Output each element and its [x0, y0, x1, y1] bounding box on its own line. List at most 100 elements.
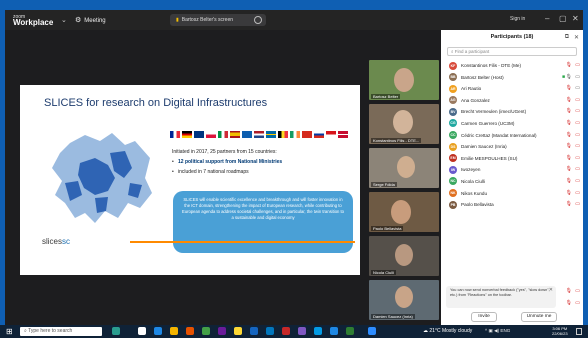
participant-row[interactable]: BB Bartosz Belter (Host) ■ 🎙 ▭ [441, 72, 583, 84]
participant-row[interactable]: CC Cédric Crettaz (Mandat International)… [441, 130, 583, 142]
video-off-icon: ▭ [575, 288, 580, 294]
close-icon[interactable]: ✕ [572, 14, 579, 23]
app-icon[interactable] [202, 327, 210, 335]
participant-row[interactable]: NC Nicola Ciulli 🎙 ▭ [441, 176, 583, 188]
video-off-icon: ▭ [575, 177, 580, 184]
tile-name: Konstantinos Filis - DTE... [371, 138, 422, 143]
video-tile[interactable]: Serge Fdida [369, 148, 439, 188]
video-tile[interactable]: Damien Saucez (Inria) [369, 280, 439, 320]
weather-widget[interactable]: ☁ 21°C Mostly cloudy [423, 328, 472, 334]
participants-panel: Participants (18) ⧉ ✕ ⌕ Find a participa… [441, 30, 583, 325]
close-notice-icon[interactable]: ✕ [549, 288, 553, 293]
participant-search-input[interactable]: ⌕ Find a participant [447, 47, 577, 56]
word-icon[interactable] [250, 327, 258, 335]
avatar: CG [449, 119, 457, 128]
acrobat-icon[interactable] [282, 327, 290, 335]
participant-name: Konstantinos Filis - DTE (Me) [461, 63, 521, 68]
mail-icon[interactable] [266, 327, 274, 335]
taskbar-search-input[interactable]: ⌕ Type here to search [20, 327, 102, 336]
video-off-icon: ▭ [575, 131, 580, 138]
screen-share-indicator[interactable]: ▮ Bartosz Belter's screen [170, 14, 266, 26]
weather-text: 21°C Mostly cloudy [429, 328, 473, 334]
outlook-icon[interactable] [330, 327, 338, 335]
avatar: NK [449, 189, 457, 198]
skype-icon[interactable] [314, 327, 322, 335]
invite-button[interactable]: Invite [471, 312, 497, 322]
participant-name: Brecht Vermeulen (imec/UGent) [461, 109, 527, 115]
tile-name: Damien Saucez (Inria) [371, 314, 415, 319]
participant-name: Damien Saucez (Inria) [461, 144, 507, 150]
minimize-icon[interactable]: – [545, 14, 549, 23]
mic-muted-icon: 🎙 [565, 201, 572, 208]
avatar: BV [449, 107, 457, 116]
notification-icon[interactable] [576, 328, 582, 335]
windows-start-icon[interactable]: ⊞ [6, 327, 13, 336]
slices-logo-suffix: sc [62, 237, 71, 246]
search-placeholder: Find a participant [454, 49, 490, 54]
partner-flags [170, 131, 350, 141]
chevron-down-icon[interactable]: ⌄ [61, 16, 67, 24]
slices-logo: slicessc [42, 237, 70, 246]
screen-share-icon: ■ [561, 73, 565, 80]
participant-name: Iwozeyen [461, 167, 481, 173]
participant-row[interactable]: CG Carmen Guerrero (UC3M) 🎙 ▭ [441, 118, 583, 130]
video-off-icon: ▭ [575, 62, 580, 68]
excel-icon[interactable] [346, 327, 354, 335]
participant-list: KF Konstantinos Filis - DTE (Me) 🎙 ▭ BB B… [441, 60, 583, 211]
zoom-taskbar-icon[interactable] [368, 327, 376, 335]
video-off-icon: ▭ [575, 154, 580, 161]
tile-name: Bartosz Belter [371, 94, 401, 99]
unmute-me-button[interactable]: Unmute me [521, 312, 557, 322]
mic-muted-icon: 🎙 [565, 166, 572, 173]
settings-icon: ⚙ [75, 17, 82, 24]
mic-muted-icon: 🎙 [565, 108, 572, 115]
avatar: KF [449, 61, 457, 70]
zoom-window: zoom Workplace ⌄ ⚙ Meeting ▮ Bartosz Belte… [5, 10, 583, 325]
task-view-icon[interactable] [138, 327, 146, 335]
zoom-titlebar: zoom Workplace ⌄ ⚙ Meeting ▮ Bartosz Belte… [5, 10, 583, 30]
participant-name: Emilie MESPOULHES (SU) [461, 155, 518, 161]
video-tile[interactable]: Konstantinos Filis - DTE... [369, 104, 439, 144]
participant-row[interactable]: AG Ana Gonzalez 🎙 ▭ [441, 95, 583, 107]
participant-row[interactable]: IW Iwozeyen 🎙 ▭ [441, 164, 583, 176]
popout-icon[interactable]: ⧉ [565, 34, 569, 41]
participant-row[interactable]: KF Konstantinos Filis - DTE (Me) 🎙 ▭ [441, 60, 583, 72]
tile-name: Serge Fdida [371, 182, 397, 187]
maximize-icon[interactable]: ▢ [559, 14, 567, 23]
taskbar-clock[interactable]: 3:06 PM 22/06/23 [552, 326, 568, 336]
video-tile[interactable]: Bartosz Belter [369, 60, 439, 100]
participant-row[interactable]: NK Nikos Kundu 🎙 ▭ [441, 188, 583, 200]
system-tray[interactable]: ^ ▣ ◀) ENG [485, 328, 510, 334]
sign-in-link[interactable]: Sign in [510, 16, 525, 22]
participant-name: Paolo Bellavista [461, 202, 494, 208]
participant-row[interactable]: EM Emilie MESPOULHES (SU) 🎙 ▭ [441, 153, 583, 165]
participant-row[interactable]: PB Paolo Bellavista 🎙 ▭ [441, 199, 583, 211]
slide-footer-line [130, 241, 355, 243]
video-off-icon: ▭ [575, 166, 580, 173]
video-tile[interactable]: Paolo Bellavista [369, 192, 439, 232]
video-on-icon: ▭ [575, 73, 580, 80]
share-text: Bartosz Belter's screen [181, 17, 234, 23]
edge-icon[interactable] [154, 327, 162, 335]
slide-bullet-1-text: 12 political support from National Minis… [178, 159, 283, 165]
firefox-icon[interactable] [186, 327, 194, 335]
participant-row[interactable]: AR Ari Rautio 🎙 ▭ [441, 83, 583, 95]
slide-bullet-1: 12 political support from National Minis… [172, 157, 282, 167]
mic-muted-icon: 🎙 [565, 62, 572, 68]
file-explorer-icon[interactable] [234, 327, 242, 335]
feedback-notice-text: You can now send nonverbal feedback ("ye… [450, 288, 550, 297]
teams-icon[interactable] [218, 327, 226, 335]
close-panel-icon[interactable]: ✕ [574, 34, 579, 41]
chrome-icon[interactable] [170, 327, 178, 335]
view-options-icon[interactable] [254, 16, 262, 24]
video-tile[interactable]: Nicola Ciulli [369, 236, 439, 276]
slide-mission-bubble: SLICES will enable scientific excellence… [173, 191, 353, 253]
mic-muted-icon: 🎙 [565, 119, 572, 126]
video-off-icon: ▭ [575, 143, 580, 150]
mic-muted-icon: 🎙 [565, 143, 572, 150]
participant-row[interactable]: DS Damien Saucez (Inria) 🎙 ▭ [441, 141, 583, 153]
app-icon[interactable] [298, 327, 306, 335]
meeting-menu[interactable]: ⚙ Meeting [75, 16, 106, 24]
widget-icon[interactable] [112, 327, 120, 335]
participant-row[interactable]: BV Brecht Vermeulen (imec/UGent) 🎙 ▭ [441, 106, 583, 118]
